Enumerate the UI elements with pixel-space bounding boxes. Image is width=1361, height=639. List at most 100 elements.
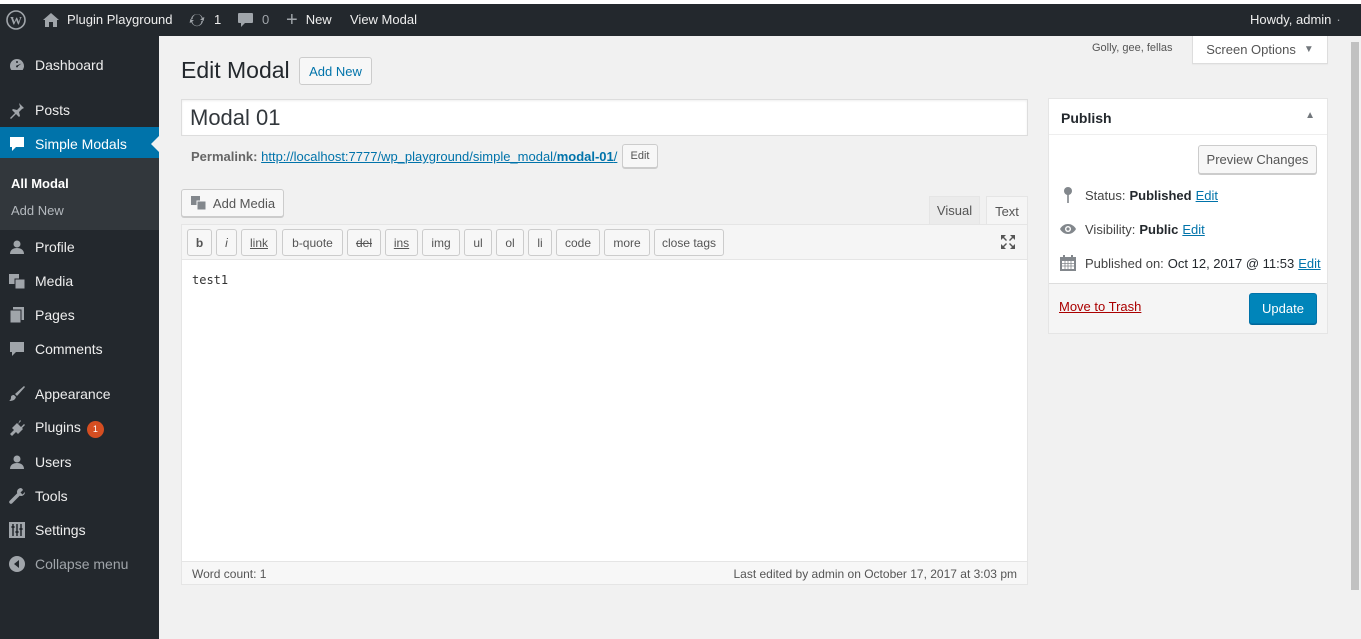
user-icon [8,238,26,256]
page-title: Edit Modal [181,57,290,83]
visibility-row: Visibility: Public Edit [1059,220,1205,238]
comment-icon [8,340,26,358]
editor-container [181,224,1028,585]
status-row: Status: Published Edit [1059,186,1218,204]
menu-posts[interactable]: Posts [0,93,159,127]
status-label: Status: [1085,187,1126,203]
menu-pages[interactable]: Pages [0,298,159,332]
edit-slug-button[interactable]: Edit [622,144,658,168]
qt-close-tags-button[interactable]: close tags [654,229,724,256]
comment-icon [238,13,253,27]
qt-del-button[interactable]: del [347,229,381,256]
preview-changes-button[interactable]: Preview Changes [1198,145,1317,174]
tab-text[interactable]: Text [986,196,1028,225]
publish-box-header[interactable]: Publish ▲ [1049,99,1327,135]
post-title-input[interactable]: Modal 01 [181,99,1028,136]
pages-icon [8,306,26,324]
updates-icon [189,13,205,27]
last-edited: Last edited by admin on October 17, 2017… [733,567,1017,581]
scrollbar-thumb[interactable] [1351,42,1359,590]
wrench-icon [8,487,26,505]
qt-bquote-button[interactable]: b-quote [282,229,343,256]
edit-status-link[interactable]: Edit [1196,188,1218,203]
qt-ins-button[interactable]: ins [385,229,418,256]
submenu-add-new[interactable]: Add New [11,203,64,218]
menu-label: Dashboard [35,57,104,73]
caret-up-icon[interactable]: ▲ [1305,110,1315,121]
menu-media[interactable]: Media [0,264,159,298]
menu-tools[interactable]: Tools [0,479,159,513]
tab-visual[interactable]: Visual [929,196,980,224]
qt-li-button[interactable]: li [528,229,552,256]
home-icon [43,13,59,27]
add-media-button[interactable]: Add Media [181,189,284,217]
menu-appearance[interactable]: Appearance [0,377,159,411]
updates-link[interactable]: 1 [188,4,221,36]
fullscreen-icon[interactable] [999,233,1017,251]
avatar: · [1336,12,1341,27]
qt-ol-button[interactable]: ol [496,229,524,256]
menu-settings[interactable]: Settings [0,513,159,547]
menu-label: Users [35,454,72,470]
site-name-link[interactable]: Plugin Playground [42,4,173,36]
eye-icon [1060,224,1076,234]
post-status-info: Word count: 1 Last edited by admin on Oc… [182,561,1027,584]
howdy-text: Howdy, admin [1250,12,1332,27]
move-to-trash-link[interactable]: Move to Trash [1059,299,1141,314]
permalink-base: http://localhost:7777/wp_playground/simp… [261,149,557,164]
word-count: Word count: 1 [192,567,267,581]
visibility-label: Visibility: [1085,221,1136,237]
menu-label: Simple Modals [35,136,127,152]
submenu-all-modal[interactable]: All Modal [11,176,69,191]
editor-textarea[interactable]: test1 [192,273,228,287]
new-label: New [305,12,332,27]
settings-sliders-icon [8,521,26,539]
users-icon [8,453,26,471]
menu-profile[interactable]: Profile [0,230,159,264]
screen-options-toggle[interactable]: Screen Options ▼ [1192,36,1328,64]
menu-simple-modals[interactable]: Simple Modals [0,127,159,161]
collapse-menu[interactable]: Collapse menu [0,547,159,581]
new-content-link[interactable]: + New [286,4,332,36]
permalink-link[interactable]: http://localhost:7777/wp_playground/simp… [261,149,617,164]
caret-down-icon: ▼ [1303,44,1314,55]
pin-icon [8,101,26,119]
status-value: Published [1129,187,1192,203]
edit-visibility-link[interactable]: Edit [1182,222,1204,237]
paintbrush-icon [8,385,26,403]
qt-code-button[interactable]: code [556,229,600,256]
comments-link[interactable]: 0 [237,4,269,36]
qt-more-button[interactable]: more [604,229,650,256]
qt-bold-button[interactable]: b [187,229,212,256]
publish-box: Publish ▲ Preview Changes Status: Publis… [1048,98,1328,334]
edit-date-link[interactable]: Edit [1298,256,1320,271]
speech-bubble-icon [8,135,26,153]
view-modal-link[interactable]: View Modal [350,4,417,36]
pin-icon [1064,187,1072,203]
menu-label: Comments [35,341,103,357]
calendar-icon [1060,255,1076,271]
menu-users[interactable]: Users [0,445,159,479]
qt-ul-button[interactable]: ul [464,229,492,256]
plugins-label: Plugins [35,418,81,435]
menu-dashboard[interactable]: Dashboard [0,48,159,82]
qt-link-button[interactable]: link [241,229,277,256]
update-button[interactable]: Update [1249,293,1317,324]
menu-comments[interactable]: Comments [0,332,159,366]
qt-img-button[interactable]: img [422,229,460,256]
page-scrollbar[interactable] [1349,36,1361,639]
permalink-label: Permalink: [191,149,258,164]
visibility-value: Public [1139,221,1179,237]
media-icon [190,196,207,211]
wordpress-logo-icon[interactable]: W [6,4,26,36]
menu-label: Posts [35,102,71,118]
add-new-button[interactable]: Add New [299,57,372,85]
admin-sidebar: Dashboard Posts Simple Modals All Modal … [0,36,159,639]
svg-text:W: W [10,14,22,28]
admin-bar: W Plugin Playground 1 0 + New View Modal… [0,4,1361,36]
dashboard-icon [8,56,26,74]
menu-plugins[interactable]: Plugins 1 [0,411,159,445]
menu-label: Collapse menu [35,556,129,572]
my-account-link[interactable]: Howdy, admin · [1250,4,1341,36]
qt-italic-button[interactable]: i [216,229,237,256]
